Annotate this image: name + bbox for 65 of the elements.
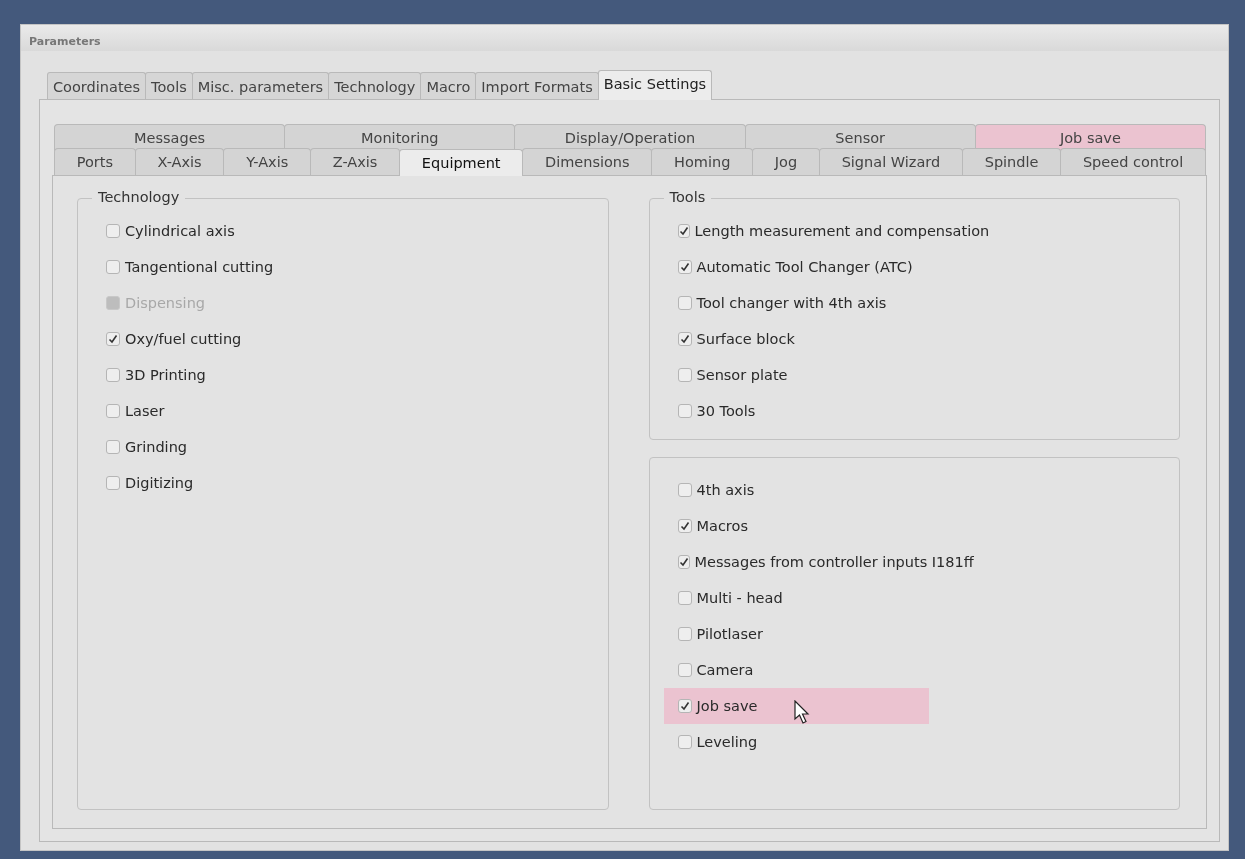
checkbox[interactable] <box>106 440 120 454</box>
checkbox-label: Macros <box>696 518 748 534</box>
tab[interactable]: Spindle <box>961 148 1062 175</box>
tab[interactable]: Basic Settings <box>597 70 713 100</box>
checkbox[interactable] <box>677 296 692 310</box>
checkbox-label: Camera <box>696 662 754 678</box>
checkbox-label: Length measurement and compensation <box>694 223 990 239</box>
checkbox[interactable] <box>106 224 120 238</box>
checkbox[interactable] <box>677 224 690 238</box>
checkbox[interactable] <box>106 404 120 418</box>
checkbox-label: Grinding <box>125 439 188 455</box>
tab[interactable]: Misc. parameters <box>191 72 330 99</box>
checkbox-label: Leveling <box>696 734 758 750</box>
checkbox[interactable] <box>106 476 120 490</box>
checkbox[interactable] <box>677 627 692 641</box>
tab[interactable]: Jog <box>752 148 820 175</box>
checkbox[interactable] <box>677 663 692 677</box>
tab[interactable]: Tools <box>145 72 193 99</box>
tab[interactable]: X-Axis <box>134 148 225 175</box>
tab[interactable]: Z-Axis <box>310 148 401 175</box>
tab[interactable]: Technology <box>328 72 422 99</box>
checkbox[interactable] <box>677 699 692 713</box>
tab[interactable]: Y-Axis <box>223 148 311 175</box>
checkbox[interactable] <box>677 483 692 497</box>
checkbox[interactable] <box>677 404 692 418</box>
mouse-cursor-icon <box>793 700 812 726</box>
checkbox-label: Laser <box>125 403 165 419</box>
checkbox[interactable] <box>677 332 692 346</box>
checkbox-label: Sensor plate <box>696 367 788 383</box>
tab[interactable]: Signal Wizard <box>818 148 963 175</box>
checkbox-label: 30 Tools <box>696 403 756 419</box>
checkbox-label: Surface block <box>696 331 795 347</box>
checkbox[interactable] <box>677 519 692 533</box>
checkbox-label: Cylindrical axis <box>125 223 235 239</box>
checkbox-label: Automatic Tool Changer (ATC) <box>696 259 913 275</box>
checkbox[interactable] <box>677 368 692 382</box>
tab[interactable]: Ports <box>54 148 136 175</box>
group-title: Tools <box>663 189 712 205</box>
checkbox[interactable] <box>106 368 120 382</box>
checkbox-label: Oxy/fuel cutting <box>125 331 242 347</box>
tab[interactable]: Coordinates <box>47 72 147 99</box>
tab[interactable]: Dimensions <box>522 148 653 175</box>
checkbox[interactable] <box>677 735 692 749</box>
checkbox-label: Pilotlaser <box>696 626 763 642</box>
checkbox[interactable] <box>106 260 120 274</box>
checkbox[interactable] <box>106 332 120 346</box>
checkbox[interactable] <box>677 260 692 274</box>
tab[interactable]: Macro <box>420 72 477 99</box>
group-title: Technology <box>92 189 186 205</box>
checkbox[interactable] <box>677 591 692 605</box>
checkbox-label: Messages from controller inputs I181ff <box>694 554 974 570</box>
checkbox-label: Job save <box>696 698 758 714</box>
checkbox-label: Digitizing <box>125 475 194 491</box>
checkbox[interactable] <box>677 555 690 569</box>
window-title: Parameters <box>21 25 1228 51</box>
tab[interactable]: Import Formats <box>475 72 599 99</box>
tab[interactable]: Equipment <box>399 149 524 176</box>
checkbox-label: Tangentional cutting <box>125 259 274 275</box>
checkbox-label: Dispensing <box>125 295 206 311</box>
checkbox-label: 3D Printing <box>125 367 206 383</box>
checkbox-label: 4th axis <box>696 482 755 498</box>
checkbox-label: Multi - head <box>696 590 783 606</box>
tab[interactable]: Homing <box>651 148 754 175</box>
tab[interactable]: Speed control <box>1060 148 1206 175</box>
checkbox-label: Tool changer with 4th axis <box>696 295 887 311</box>
